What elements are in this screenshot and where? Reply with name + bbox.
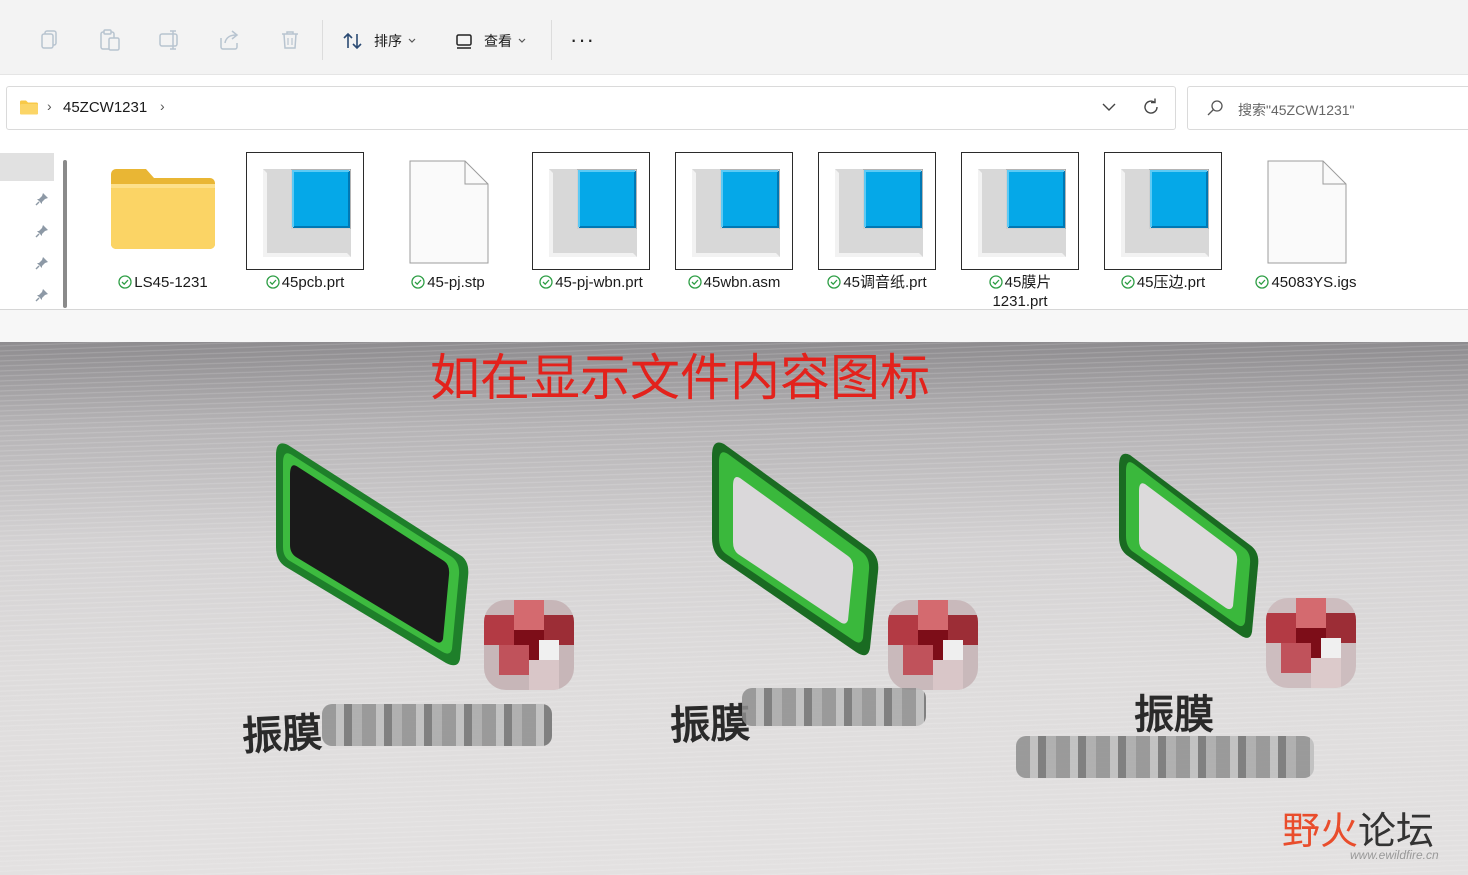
- file-name: 45调音纸.prt: [812, 273, 942, 292]
- sync-ok-icon: [827, 275, 841, 289]
- file-name: 45压边.prt: [1098, 273, 1228, 292]
- photo-file-label: 振膜: [669, 700, 751, 750]
- chevron-down-icon: [408, 38, 416, 43]
- search-box[interactable]: 搜索"45ZCW1231": [1187, 86, 1468, 130]
- blurred-text: [322, 704, 552, 746]
- pin-icon: [35, 225, 48, 238]
- toolbar-divider: [551, 20, 552, 60]
- blurred-text: [742, 688, 926, 726]
- sync-ok-icon: [1121, 275, 1135, 289]
- breadcrumb-separator: ›: [47, 98, 52, 114]
- file-thumbnail: [675, 152, 793, 270]
- file-name: 45-pj-wbn.prt: [526, 273, 656, 292]
- pin-icon: [35, 289, 48, 302]
- photo-of-screen: 振膜 振膜 振膜: [0, 342, 1468, 875]
- blurred-badge: [1266, 598, 1356, 688]
- nav-selected-item[interactable]: [0, 153, 54, 181]
- file-thumbnail: [1104, 152, 1222, 270]
- file-thumbnail: [246, 152, 364, 270]
- more-options-button[interactable]: ···: [570, 29, 595, 51]
- sort-icon: [343, 32, 362, 50]
- blurred-text: [1016, 736, 1314, 778]
- chevron-down-icon: [518, 38, 526, 43]
- view-button[interactable]: 查看: [456, 28, 526, 54]
- forum-watermark: 野火论坛: [1282, 809, 1435, 853]
- creo-part-icon: [1121, 169, 1209, 257]
- sync-ok-icon: [266, 275, 280, 289]
- search-icon: [1207, 100, 1223, 116]
- sync-ok-icon: [411, 275, 425, 289]
- photo-file-label: 振膜: [241, 709, 324, 761]
- blurred-badge: [888, 600, 978, 690]
- diaphragm-thumbnail-ring: [1119, 453, 1259, 638]
- rename-icon[interactable]: [158, 28, 182, 52]
- document-icon: [409, 160, 489, 264]
- pin-icon: [35, 257, 48, 270]
- sync-ok-icon: [1255, 275, 1270, 289]
- creo-part-icon: [549, 169, 637, 257]
- folder-icon: [111, 169, 215, 249]
- toolbar-divider: [322, 20, 323, 60]
- paste-icon[interactable]: [98, 28, 122, 52]
- diaphragm-thumbnail-ring: [712, 442, 879, 656]
- sync-ok-icon: [687, 275, 702, 289]
- creo-part-icon: [978, 169, 1066, 257]
- file-thumbnail: [961, 152, 1079, 270]
- command-bar: 排序 查看 ···: [0, 0, 1468, 75]
- delete-icon[interactable]: [278, 28, 302, 52]
- sync-ok-icon: [989, 275, 1003, 289]
- blurred-badge: [484, 600, 574, 690]
- sync-ok-icon: [539, 275, 553, 289]
- copy-icon[interactable]: [38, 28, 62, 52]
- file-name: 45pcb.prt: [240, 273, 370, 292]
- view-icon: [456, 34, 472, 49]
- nav-scrollbar[interactable]: [63, 160, 67, 308]
- file-name: 45-pj.stp: [383, 273, 513, 292]
- search-input[interactable]: 搜索"45ZCW1231": [1238, 100, 1355, 120]
- file-thumbnail: [532, 152, 650, 270]
- watermark-url: www.ewildfire.cn: [1350, 848, 1439, 862]
- creo-part-icon: [835, 169, 923, 257]
- creo-part-icon: [692, 169, 780, 257]
- view-label: 查看: [484, 33, 512, 49]
- sort-label: 排序: [374, 33, 402, 49]
- folder-icon: [20, 100, 38, 115]
- chevron-down-icon[interactable]: [1101, 99, 1117, 115]
- breadcrumb-separator[interactable]: ›: [160, 98, 165, 114]
- breadcrumb-current[interactable]: 45ZCW1231: [63, 99, 147, 116]
- diaphragm-thumbnail-filled: [276, 443, 469, 666]
- refresh-icon[interactable]: [1141, 97, 1161, 117]
- document-icon: [1267, 160, 1347, 264]
- address-bar[interactable]: › 45ZCW1231 ›: [6, 86, 1176, 130]
- file-thumbnail: [818, 152, 936, 270]
- pin-icon: [35, 193, 48, 206]
- file-name: 45wbn.asm: [669, 273, 799, 292]
- file-name: 45膜片 1231.prt: [955, 273, 1085, 311]
- annotation-caption: 如在显示文件内容图标: [430, 349, 930, 407]
- share-icon[interactable]: [218, 28, 242, 52]
- file-name: LS45-1231: [98, 273, 228, 292]
- sort-button[interactable]: 排序: [342, 28, 416, 54]
- sync-ok-icon: [118, 275, 132, 289]
- creo-part-icon: [263, 169, 351, 257]
- file-name: 45083YS.igs: [1241, 273, 1371, 292]
- photo-file-label: 振膜: [1134, 692, 1214, 738]
